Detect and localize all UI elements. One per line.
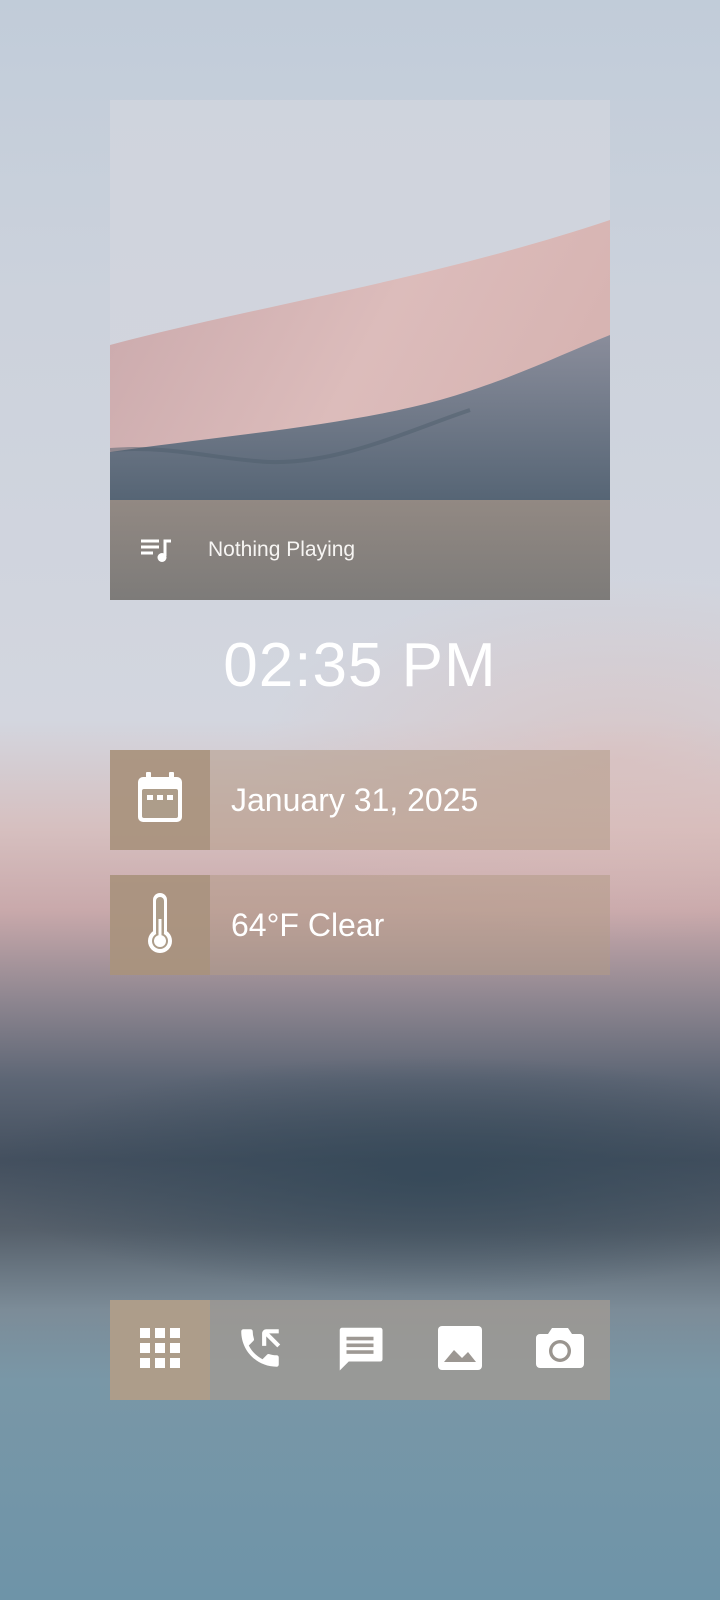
music-widget[interactable]: Nothing Playing [110, 100, 610, 600]
date-text: January 31, 2025 [231, 781, 479, 818]
camera-icon [534, 1324, 586, 1377]
now-playing-label: Nothing Playing [208, 538, 356, 561]
clock-time: 02:35 PM [223, 631, 497, 700]
apps-button[interactable] [110, 1300, 210, 1400]
date-widget[interactable]: January 31, 2025 [110, 750, 610, 850]
phone-button[interactable] [210, 1300, 310, 1400]
messages-button[interactable] [310, 1300, 410, 1400]
gallery-button[interactable] [410, 1300, 510, 1400]
album-art [110, 100, 610, 500]
phone-icon [235, 1323, 285, 1378]
message-icon [333, 1321, 387, 1380]
apps-grid-icon [139, 1327, 181, 1374]
gallery-icon [436, 1324, 484, 1377]
app-dock [110, 1300, 610, 1400]
thermometer-icon [145, 891, 175, 960]
camera-button[interactable] [510, 1300, 610, 1400]
weather-widget[interactable]: 64°F Clear [110, 875, 610, 975]
music-bar[interactable]: Nothing Playing [110, 500, 610, 600]
weather-text: 64°F Clear [231, 906, 385, 943]
calendar-icon [135, 771, 185, 829]
playlist-music-icon[interactable] [138, 532, 174, 568]
